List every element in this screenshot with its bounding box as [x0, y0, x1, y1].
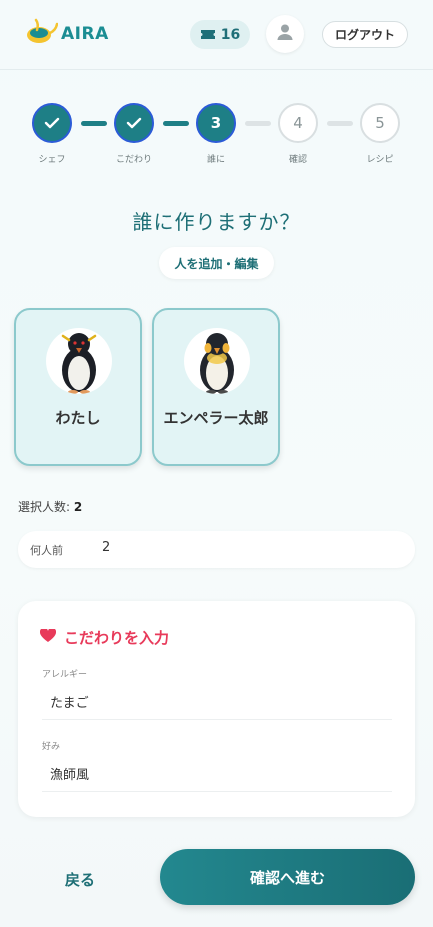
check-icon	[126, 114, 142, 133]
top-bar: AIRA 16 ログアウト	[0, 0, 433, 70]
preferences-title: こだわりを入力	[39, 627, 170, 648]
penguin-icon	[200, 333, 234, 394]
allergy-input[interactable]: たまご	[42, 687, 392, 720]
selected-count-label: 選択人数:	[18, 500, 71, 514]
cooking-pot-icon	[24, 18, 59, 50]
servings-label: 何人前	[30, 544, 63, 557]
person-name: エンペラー太郎	[163, 409, 269, 427]
person-name: わたし	[55, 409, 101, 427]
check-icon	[44, 114, 60, 133]
page-title: 誰に作りますか？	[132, 210, 301, 234]
avatar	[46, 328, 112, 394]
credits-badge[interactable]: 16	[190, 20, 250, 49]
heart-icon	[39, 627, 57, 647]
step-1-done	[32, 103, 72, 143]
preferences-card: こだわりを入力 アレルギー たまご 好み 漁師風	[18, 601, 415, 817]
servings-field: 何人前	[18, 531, 415, 568]
avatar	[184, 328, 250, 394]
preferences-title-text: こだわりを入力	[64, 629, 170, 647]
penguin-icon	[61, 333, 97, 394]
proceed-to-confirm-button[interactable]: 確認へ進む	[160, 849, 415, 905]
preference-input[interactable]: 漁師風	[42, 759, 392, 792]
step-3-current: 3	[196, 103, 236, 143]
selected-count: 選択人数: 2	[18, 498, 82, 515]
logout-button[interactable]: ログアウト	[322, 21, 408, 48]
preference-label: 好み	[42, 742, 61, 752]
logo-text: AIRA	[61, 24, 109, 44]
user-avatar-button[interactable]	[266, 15, 304, 53]
step-connector	[163, 121, 189, 126]
back-button[interactable]: 戻る	[40, 866, 120, 892]
allergy-label: アレルギー	[42, 670, 88, 680]
step-4: 4	[278, 103, 318, 143]
step-connector	[81, 121, 107, 126]
step-label: こだわり	[115, 155, 152, 165]
ticket-icon	[200, 25, 216, 44]
step-label: シェフ	[38, 155, 66, 165]
step-label: 誰に	[206, 155, 225, 165]
step-5: 5	[360, 103, 400, 143]
step-connector	[327, 121, 353, 126]
selected-count-value: 2	[73, 500, 83, 514]
add-edit-people-button[interactable]: 人を追加・編集	[159, 247, 274, 279]
step-label: レシピ	[366, 155, 394, 165]
user-icon	[276, 23, 294, 45]
credits-count: 16	[220, 26, 241, 43]
person-card[interactable]: わたし	[14, 308, 142, 466]
step-2-done	[114, 103, 154, 143]
servings-input[interactable]	[102, 540, 202, 555]
step-connector	[245, 121, 271, 126]
person-card[interactable]: エンペラー太郎	[152, 308, 280, 466]
step-label: 確認	[288, 155, 307, 165]
app-logo[interactable]: AIRA	[24, 18, 109, 50]
